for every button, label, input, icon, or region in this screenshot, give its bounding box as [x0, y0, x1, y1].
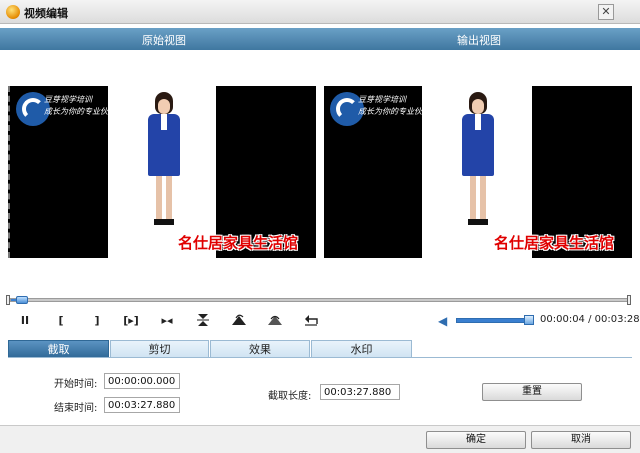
seek-track[interactable]	[10, 298, 628, 302]
play-selection-button[interactable]: [▸]	[120, 313, 142, 329]
undo-button[interactable]	[300, 313, 322, 329]
mark-in-button[interactable]: [	[50, 313, 72, 329]
split-button[interactable]	[192, 313, 214, 329]
logo-text-line1: 豆芽视学培训	[358, 95, 406, 104]
trim-panel: 开始时间: 结束时间: 截取长度: 重置	[0, 358, 640, 423]
end-time-label: 结束时间:	[54, 403, 98, 414]
trim-length-label: 截取长度:	[268, 391, 312, 402]
trim-length-input[interactable]	[320, 384, 400, 400]
letterbox-left: 豆芽视学培训 成长为你的专业伙伴	[324, 86, 430, 258]
window-title: 视频编辑	[24, 7, 68, 20]
current-time: 00:00:04	[540, 314, 585, 325]
volume-slider[interactable]	[456, 318, 534, 323]
logo-text-line2: 成长为你的专业伙伴	[358, 107, 430, 116]
presenter-figure	[148, 92, 180, 232]
original-view-label: 原始视图	[142, 34, 186, 47]
rotate-button[interactable]	[228, 313, 250, 329]
volume-thumb[interactable]	[524, 315, 534, 325]
tab-effects[interactable]: 效果	[210, 340, 310, 358]
presenter-figure	[462, 92, 494, 232]
video-caption: 名仕居家具生活馆	[494, 234, 615, 252]
undo-icon	[305, 315, 318, 326]
end-time-input[interactable]	[104, 397, 180, 413]
volume-icon[interactable]: ◀	[438, 314, 452, 328]
view-header: 原始视图 输出视图	[0, 28, 640, 50]
start-time-input[interactable]	[104, 373, 180, 389]
cancel-button[interactable]: 取消	[531, 431, 631, 449]
total-time: 00:03:28	[594, 314, 640, 325]
start-time-label: 开始时间:	[54, 379, 98, 390]
split-icon	[197, 314, 209, 326]
time-separator: /	[588, 314, 592, 325]
output-video-frame: 豆芽视学培训 成长为你的专业伙伴 名仕居家具生活馆	[324, 86, 632, 258]
original-video-frame: 豆芽视学培训 成长为你的专业伙伴 名仕居家具生活馆	[8, 86, 316, 258]
flip-button[interactable]	[264, 313, 286, 329]
tab-cut[interactable]: 剪切	[110, 340, 209, 358]
logo-text-line1: 豆芽视学培训	[44, 95, 92, 104]
tab-watermark[interactable]: 水印	[311, 340, 412, 358]
video-caption: 名仕居家具生活馆	[178, 234, 299, 252]
ok-button[interactable]: 确定	[426, 431, 526, 449]
flip-icon	[268, 315, 282, 325]
app-icon	[6, 5, 20, 19]
seek-thumb[interactable]	[16, 296, 28, 304]
seek-bar[interactable]	[6, 295, 632, 305]
dialog-footer: 确定 取消	[0, 425, 640, 453]
close-button[interactable]: ✕	[598, 4, 614, 20]
output-view-label: 输出视图	[457, 34, 501, 47]
title-bar: 视频编辑 ✕	[0, 0, 640, 24]
step-button[interactable]: ▸◂	[156, 313, 178, 329]
tab-trim[interactable]: 截取	[8, 340, 109, 358]
rotate-icon	[232, 314, 246, 325]
pause-button[interactable]: II	[14, 313, 36, 329]
logo-text-line2: 成长为你的专业伙伴	[44, 107, 116, 116]
letterbox-left: 豆芽视学培训 成长为你的专业伙伴	[8, 86, 116, 258]
time-display: 00:00:04 / 00:03:28	[540, 314, 640, 325]
mark-out-button[interactable]: ]	[86, 313, 108, 329]
reset-button[interactable]: 重置	[482, 383, 582, 401]
trim-end-handle[interactable]	[627, 295, 631, 305]
